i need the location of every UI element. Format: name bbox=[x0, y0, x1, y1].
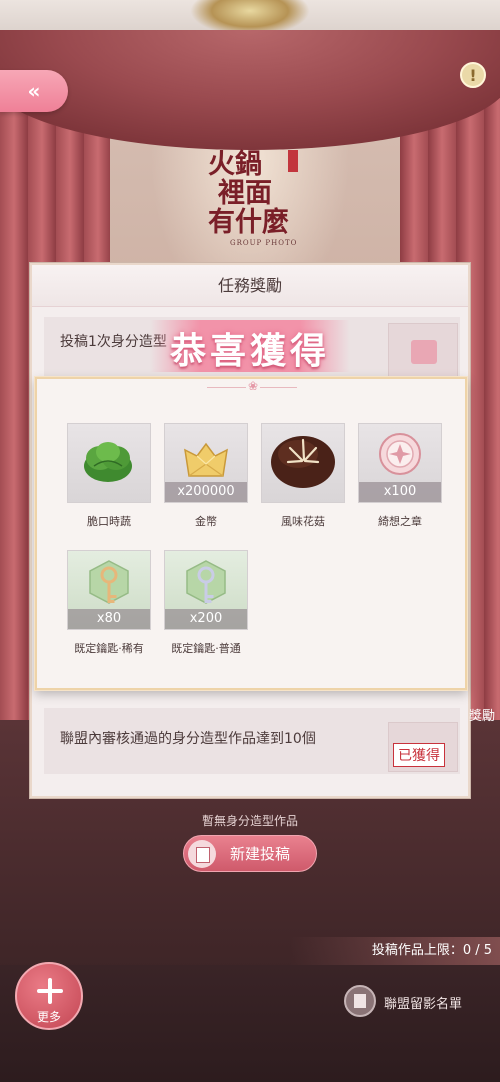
badge-icon bbox=[379, 433, 421, 475]
congrats-title: 恭喜獲得 bbox=[169, 330, 330, 372]
info-button[interactable]: ! bbox=[460, 62, 486, 88]
logo-subtitle: GROUP PHOTO bbox=[230, 239, 298, 247]
reward-item[interactable]: x80 既定鑰匙·稀有 bbox=[67, 550, 151, 660]
plus-icon-bar bbox=[37, 989, 63, 993]
reward-name: 風味花菇 bbox=[281, 515, 325, 528]
gold-coin-icon bbox=[184, 442, 228, 477]
reward-name: 金幣 bbox=[195, 515, 217, 528]
roster-icon bbox=[344, 985, 376, 1017]
game-logo: 火鍋 裡面 有什麼 GROUP PHOTO bbox=[208, 150, 300, 247]
reward-tile: x100 bbox=[358, 423, 442, 503]
reward-quantity: x200 bbox=[165, 609, 247, 629]
reward-item[interactable]: 脆口時蔬 bbox=[67, 423, 151, 533]
new-post-button[interactable]: 新建投稿 bbox=[183, 835, 317, 872]
reward-item[interactable]: x100 綺想之章 bbox=[358, 423, 442, 533]
task-row: 聯盟內審核通過的身分造型作品達到10個 已獲得 bbox=[44, 708, 460, 774]
logo-seal bbox=[288, 150, 298, 172]
empty-message: 暫無身分造型作品 bbox=[201, 814, 298, 828]
reward-tile: x80 bbox=[67, 550, 151, 630]
reward-tile bbox=[261, 423, 345, 503]
flower-divider-icon bbox=[207, 379, 297, 393]
lettuce-icon bbox=[84, 442, 132, 482]
task-row-text: 聯盟內審核通過的身分造型作品達到10個 bbox=[60, 731, 316, 747]
reward-item[interactable]: 風味花菇 bbox=[261, 423, 345, 533]
rare-key-icon bbox=[89, 560, 129, 604]
double-chevron-left-icon: « bbox=[27, 79, 41, 103]
reward-thumbnail: 已獲得 bbox=[388, 722, 458, 772]
reward-name: 綺想之章 bbox=[378, 515, 422, 528]
document-icon bbox=[188, 840, 216, 868]
logo-line-3: 有什麼 bbox=[208, 207, 289, 238]
rewards-popup[interactable]: 脆口時蔬 x200000 金幣 風味花菇 bbox=[35, 377, 467, 690]
reward-quantity: x200000 bbox=[165, 482, 247, 502]
reward-tile: x200000 bbox=[164, 423, 248, 503]
new-post-label: 新建投稿 bbox=[229, 845, 290, 863]
reward-quantity: x80 bbox=[68, 609, 150, 629]
back-button[interactable]: « bbox=[0, 70, 68, 112]
submission-limit: 投稿作品上限：0 / 5 bbox=[290, 937, 500, 965]
more-button[interactable]: 更多 bbox=[15, 962, 83, 1030]
roster-label: 聯盟留影名單 bbox=[384, 997, 463, 1012]
reward-name: 既定鑰匙·普通 bbox=[171, 642, 241, 655]
obtained-badge: 已獲得 bbox=[393, 743, 445, 767]
reward-quantity: x100 bbox=[359, 482, 441, 502]
side-reward-label[interactable]: 獎勵 bbox=[464, 705, 500, 724]
reward-tile: x200 bbox=[164, 550, 248, 630]
mushroom-icon bbox=[271, 436, 335, 488]
reward-tile bbox=[67, 423, 151, 503]
reward-item[interactable]: x200000 金幣 bbox=[164, 423, 248, 533]
roster-button[interactable]: 聯盟留影名單 bbox=[344, 985, 494, 1017]
more-label: 更多 bbox=[36, 1010, 61, 1024]
logo-line-2: 裡面 bbox=[218, 178, 272, 209]
exclamation-icon: ! bbox=[469, 65, 477, 85]
reward-name: 脆口時蔬 bbox=[87, 515, 131, 528]
reward-item[interactable]: x200 既定鑰匙·普通 bbox=[164, 550, 248, 660]
logo-line-1: 火鍋 bbox=[208, 149, 262, 180]
task-panel-title: 任務獎勵 bbox=[32, 265, 468, 307]
reward-name: 既定鑰匙·稀有 bbox=[74, 642, 144, 655]
common-key-icon bbox=[186, 560, 226, 604]
